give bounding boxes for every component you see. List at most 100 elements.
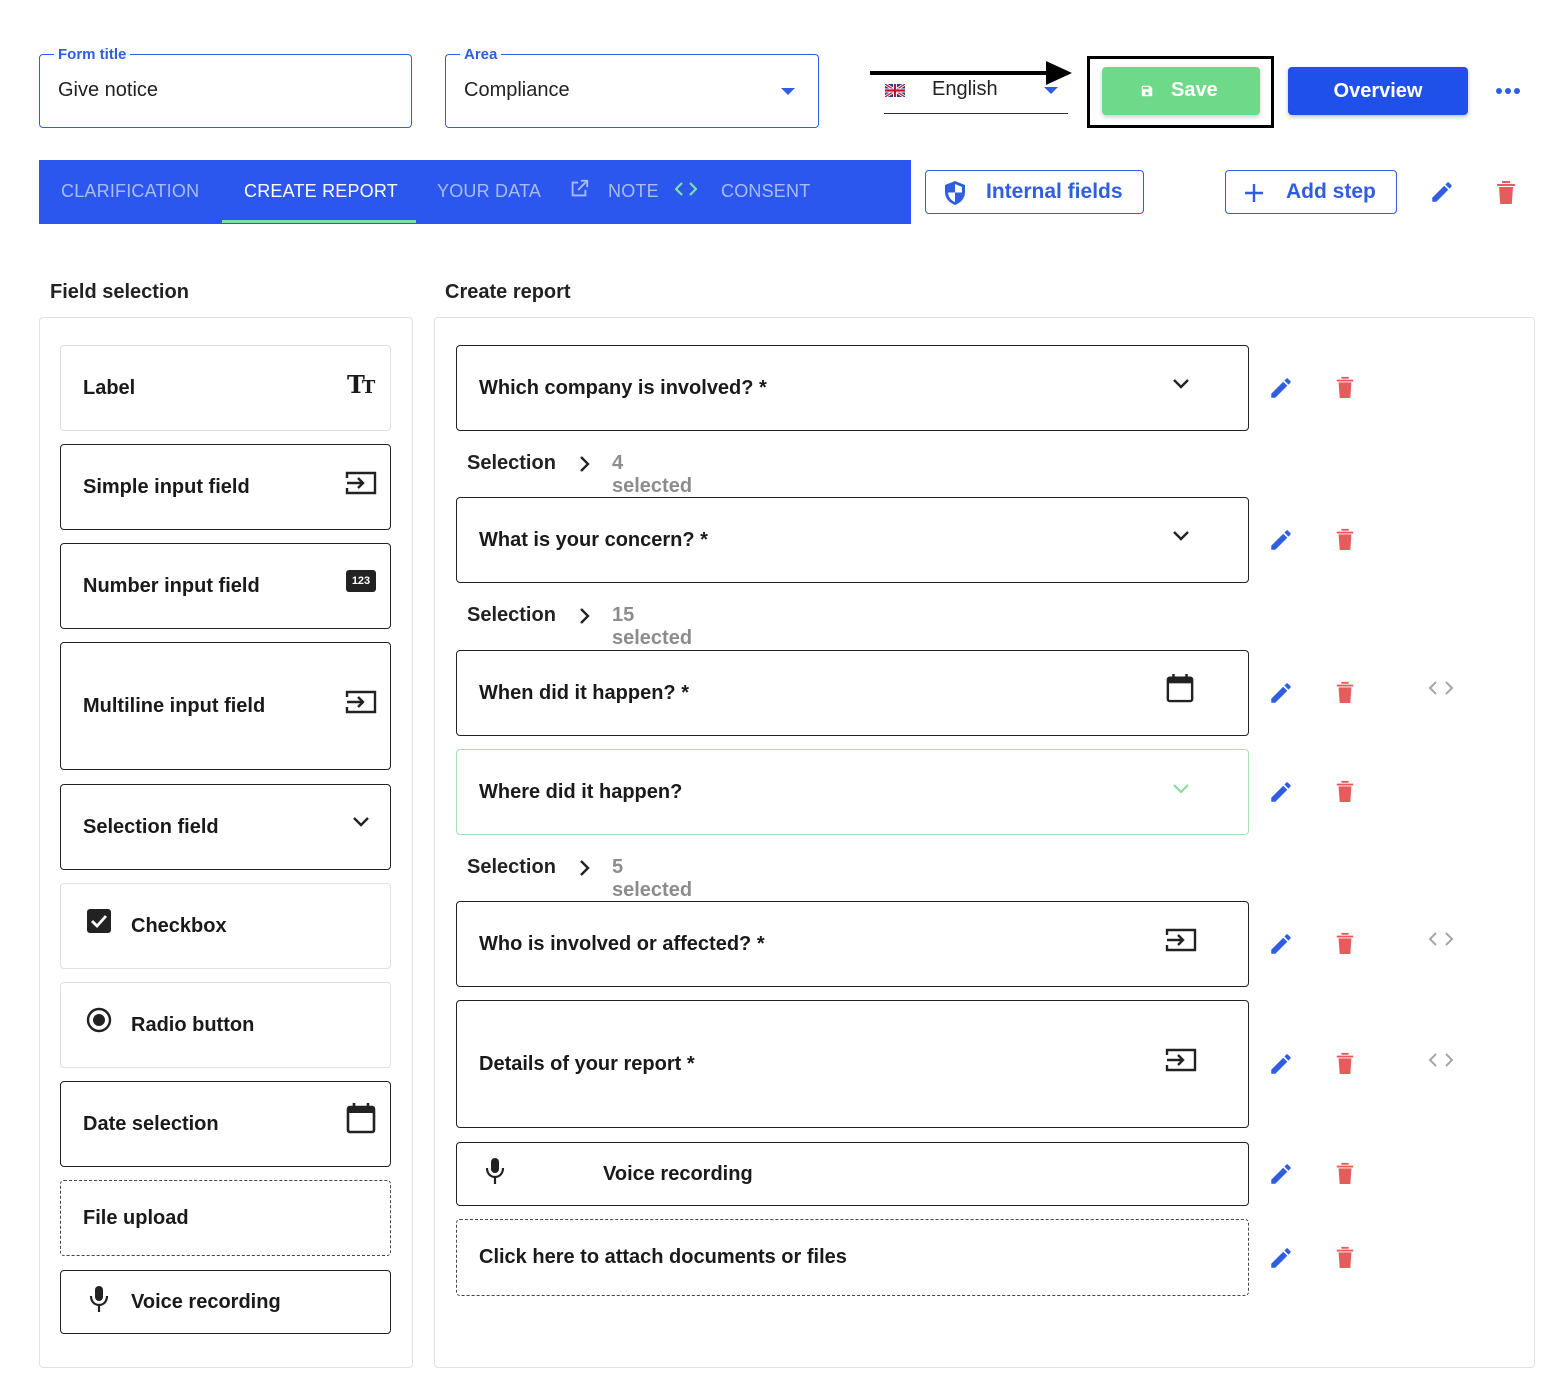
chevron-down-icon [1173, 531, 1189, 541]
field-option-text: Multiline input field [83, 695, 266, 717]
field-selection-title: Field selection [50, 281, 189, 303]
internal-fields-label: Internal fields [986, 180, 1123, 203]
add-step-button[interactable]: Add step [1225, 170, 1397, 214]
edit-icon[interactable] [1268, 779, 1294, 805]
code-icon[interactable] [1428, 1052, 1454, 1068]
code-icon[interactable] [675, 181, 697, 197]
code-icon[interactable] [1428, 680, 1454, 696]
report-field-label: Who is involved or affected? * [479, 933, 765, 955]
field-option-multiline-input[interactable]: Multiline input field [60, 642, 391, 770]
edit-icon[interactable] [1268, 375, 1294, 401]
microphone-icon [485, 1158, 505, 1184]
code-icon[interactable] [1428, 931, 1454, 947]
delete-icon[interactable] [1334, 1160, 1356, 1186]
tab-consent[interactable]: CONSENT [721, 160, 810, 224]
tab-your-data[interactable]: YOUR DATA [437, 160, 541, 224]
uk-flag-icon [885, 84, 905, 97]
report-field-label: Click here to attach documents or files [479, 1246, 847, 1268]
selection-count: 4 selected [612, 452, 693, 497]
field-option-date[interactable]: Date selection [60, 1081, 391, 1167]
overview-button[interactable]: Overview [1288, 67, 1468, 115]
create-report-title: Create report [445, 281, 571, 303]
caret-down-icon [1044, 87, 1058, 94]
report-field-voice-recording[interactable]: Voice recording [456, 1142, 1249, 1206]
field-option-simple-input[interactable]: Simple input field [60, 444, 391, 530]
edit-step-icon[interactable] [1429, 179, 1455, 205]
field-option-text: File upload [83, 1207, 189, 1229]
report-field-when[interactable]: When did it happen? * [456, 650, 1249, 736]
input-icon [1165, 928, 1197, 952]
delete-icon[interactable] [1334, 1244, 1356, 1270]
report-field-where[interactable]: Where did it happen? [456, 749, 1249, 835]
chevron-right-icon [580, 860, 590, 876]
add-step-label: Add step [1286, 180, 1376, 203]
edit-icon[interactable] [1268, 931, 1294, 957]
step-tabs: CLARIFICATION CREATE REPORT YOUR DATA NO… [39, 160, 911, 224]
save-label: Save [1171, 79, 1218, 101]
edit-icon[interactable] [1268, 527, 1294, 553]
edit-icon[interactable] [1268, 680, 1294, 706]
chevron-down-icon [1173, 784, 1189, 794]
field-option-radio[interactable]: Radio button [60, 982, 391, 1068]
tab-clarification[interactable]: CLARIFICATION [61, 160, 199, 224]
internal-fields-button[interactable]: Internal fields [925, 170, 1144, 214]
save-button[interactable]: Save [1102, 67, 1260, 115]
field-option-voice-recording[interactable]: Voice recording [60, 1270, 391, 1334]
calendar-icon [346, 1103, 376, 1134]
area-label: Area [460, 46, 502, 63]
edit-icon[interactable] [1268, 1245, 1294, 1271]
tab-create-report[interactable]: CREATE REPORT [244, 160, 398, 224]
field-option-text: Number input field [83, 575, 260, 597]
microphone-icon [89, 1286, 109, 1312]
field-option-selection[interactable]: Selection field [60, 784, 391, 870]
language-select[interactable]: English [884, 68, 1068, 114]
delete-icon[interactable] [1334, 526, 1356, 552]
field-option-label[interactable]: Label TT [60, 345, 391, 431]
delete-icon[interactable] [1334, 374, 1356, 400]
report-field-details[interactable]: Details of your report * [456, 1000, 1249, 1128]
report-field-label: Which company is involved? * [479, 377, 767, 399]
create-report-panel [434, 317, 1535, 1368]
edit-icon[interactable] [1268, 1051, 1294, 1077]
more-horizontal-icon[interactable] [1495, 86, 1521, 96]
tab-note[interactable]: NOTE [608, 160, 659, 224]
report-field-label: When did it happen? * [479, 682, 689, 704]
field-option-file-upload[interactable]: File upload [60, 1180, 391, 1256]
text-format-icon: TT [347, 370, 375, 399]
report-field-label: Where did it happen? [479, 781, 683, 803]
edit-icon[interactable] [1268, 1161, 1294, 1187]
language-label: English [932, 78, 998, 100]
radio-checked-icon [86, 1007, 112, 1033]
form-title-field[interactable]: Form title Give notice [39, 46, 412, 128]
input-icon [345, 471, 377, 495]
field-option-text: Simple input field [83, 476, 250, 498]
delete-icon[interactable] [1334, 679, 1356, 705]
caret-down-icon [781, 88, 795, 95]
report-field-label: Details of your report * [479, 1053, 695, 1075]
open-in-new-icon[interactable] [568, 178, 590, 200]
delete-step-icon[interactable] [1494, 178, 1518, 206]
report-field-file-upload[interactable]: Click here to attach documents or files [456, 1219, 1249, 1296]
delete-icon[interactable] [1334, 778, 1356, 804]
report-field-label: What is your concern? * [479, 529, 708, 551]
chevron-down-icon [353, 817, 369, 827]
input-icon [345, 690, 377, 714]
delete-icon[interactable] [1334, 930, 1356, 956]
delete-icon[interactable] [1334, 1050, 1356, 1076]
field-option-checkbox[interactable]: Checkbox [60, 883, 391, 969]
chevron-down-icon [1173, 379, 1189, 389]
report-field-company[interactable]: Which company is involved? * [456, 345, 1249, 431]
field-option-number-input[interactable]: Number input field 123 [60, 543, 391, 629]
shield-icon [945, 181, 965, 205]
calendar-icon [1166, 674, 1194, 703]
report-field-who[interactable]: Who is involved or affected? * [456, 901, 1249, 987]
selection-label: Selection [467, 856, 556, 878]
form-title-value[interactable]: Give notice [58, 79, 158, 102]
active-tab-indicator [222, 220, 416, 223]
save-icon [1141, 85, 1153, 97]
field-option-text: Selection field [83, 816, 219, 838]
field-option-text: Label [83, 377, 136, 399]
field-option-text: Voice recording [131, 1291, 281, 1313]
report-field-concern[interactable]: What is your concern? * [456, 497, 1249, 583]
area-select[interactable]: Area Compliance [445, 46, 819, 128]
